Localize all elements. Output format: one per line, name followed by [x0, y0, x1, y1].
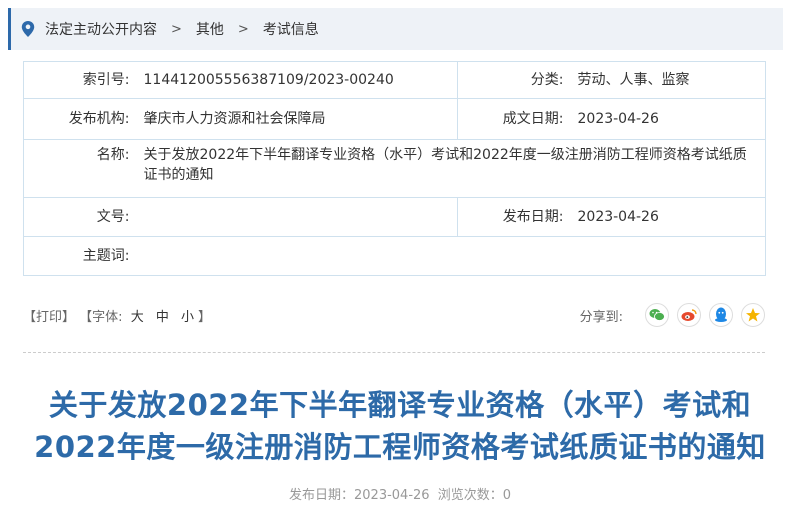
- document-number-label: 文号:: [23, 197, 138, 237]
- breadcrumb-separator: >: [237, 21, 249, 37]
- wechat-share-icon[interactable]: [645, 303, 669, 327]
- publishing-org-label: 发布机构:: [23, 98, 138, 140]
- index-number-value: 11441200555638710​9/2023-00240: [137, 61, 458, 99]
- article-title: 关于发放2022年下半年翻译专业资格（水平）考试和 2022年度一级注册消防工程…: [0, 384, 800, 468]
- font-small-button[interactable]: 小: [181, 310, 194, 325]
- article-info: 发布日期：2023-04-26 浏览次数：0: [0, 484, 800, 503]
- location-pin-icon: [21, 21, 35, 37]
- share-label: 分享到:: [579, 309, 623, 325]
- written-date-label: 成文日期:: [457, 98, 572, 140]
- breadcrumb-separator: >: [171, 21, 182, 37]
- weibo-share-icon[interactable]: [677, 303, 701, 327]
- publish-date-value: 2023-04-26: [571, 197, 766, 237]
- article-title-line-1: 关于发放2022年下半年翻译专业资格（水平）考试和: [48, 388, 752, 422]
- breadcrumb: 法定主动公开内容 > 其他 > 考试信息: [8, 8, 783, 50]
- breadcrumb-item-public-content[interactable]: 法定主动公开内容: [45, 19, 157, 39]
- content-divider: [23, 352, 765, 353]
- qzone-share-icon[interactable]: [741, 303, 765, 327]
- document-name-label: 名称:: [23, 139, 138, 198]
- publish-date-label: 发布日期:: [457, 197, 572, 237]
- font-medium-button[interactable]: 中: [156, 310, 169, 325]
- index-number-label: 索引号:: [23, 61, 138, 99]
- article-title-line-2: 2022年度一级注册消防工程师资格考试纸质证书的通知: [34, 430, 766, 464]
- publishing-org-value: 肇庆市人力资源和社会保障局: [137, 98, 458, 140]
- keywords-value: [137, 236, 766, 276]
- breadcrumb-item-exam-info[interactable]: 考试信息: [263, 19, 319, 39]
- font-large-button[interactable]: 大: [131, 310, 144, 325]
- article-toolbar: 【打印】 【字体: 大 中 小】 分享到:: [23, 303, 765, 327]
- qq-share-icon[interactable]: [709, 303, 733, 327]
- article-view-count: 浏览次数：0: [437, 488, 511, 503]
- document-name-value: 关于发放2022年下半年翻译专业资格（水平）考试和2022年度一级注册消防工程师…: [137, 139, 766, 198]
- print-button[interactable]: 【打印】: [23, 310, 75, 325]
- document-metadata-table: 索引号: 11441200555638710​9/2023-00240 分类: …: [23, 61, 766, 276]
- share-bar: 分享到:: [580, 303, 765, 327]
- document-number-value: [137, 197, 458, 237]
- print-font-controls: 【打印】 【字体: 大 中 小】: [23, 306, 211, 325]
- article-publish-date: 发布日期：2023-04-26: [289, 488, 430, 503]
- font-size-suffix: 】: [198, 310, 212, 325]
- breadcrumb-item-other[interactable]: 其他: [196, 19, 224, 39]
- category-label: 分类:: [457, 61, 572, 99]
- category-value: 劳动、人事、监察: [571, 61, 766, 99]
- font-size-prefix: 【字体:: [79, 310, 123, 325]
- keywords-label: 主题词:: [23, 236, 138, 276]
- written-date-value: 2023-04-26: [571, 98, 766, 140]
